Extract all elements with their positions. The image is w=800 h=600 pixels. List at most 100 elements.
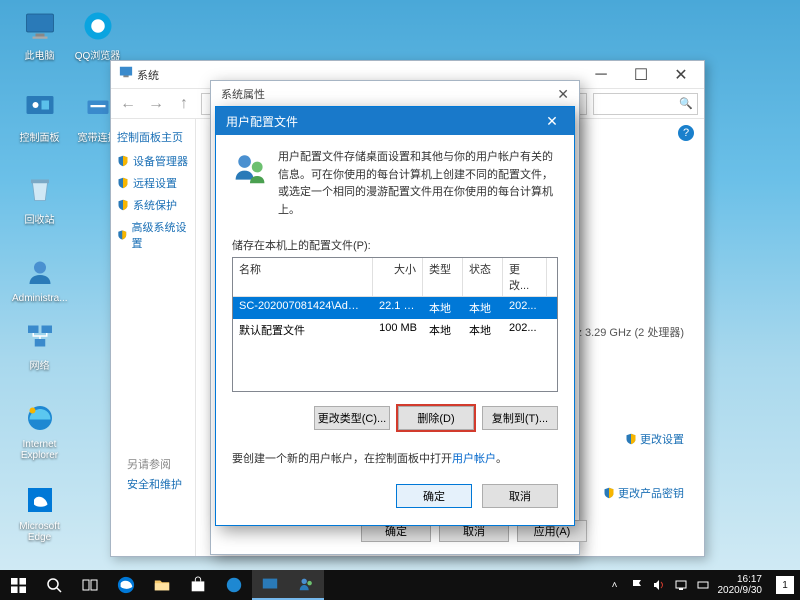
cancel-button[interactable]: 取消 — [482, 484, 558, 508]
user-profiles-dialog: 用户配置文件 ✕ 用户配置文件存储桌面设置和其他与你的用户帐户有关的信息。可在你… — [215, 106, 575, 526]
shield-icon — [117, 229, 127, 241]
maximize-button[interactable]: ☐ — [626, 65, 656, 85]
link-label: 远程设置 — [133, 175, 177, 191]
tray-flag-icon[interactable] — [630, 578, 644, 592]
icon-label: 控制面板 — [20, 133, 60, 144]
cell-size: 22.1 MB — [373, 297, 423, 319]
sidebar-link-device-manager[interactable]: 设备管理器 — [117, 153, 189, 169]
up-button[interactable]: ↑ — [173, 93, 195, 115]
link-label: 系统保护 — [133, 197, 177, 213]
desktop-icon-control-panel[interactable]: 控制面板 — [12, 90, 67, 144]
ie-icon — [22, 400, 58, 436]
dialog-titlebar[interactable]: 系统属性 ✕ — [211, 81, 579, 107]
task-view-icon[interactable] — [72, 570, 108, 600]
change-type-button[interactable]: 更改类型(C)... — [314, 406, 390, 430]
delete-button[interactable]: 删除(D) — [398, 406, 474, 430]
close-icon[interactable]: ✕ — [557, 86, 569, 103]
desktop-icon-edge[interactable]: Microsoft Edge — [12, 482, 67, 543]
icon-label: Microsoft Edge — [19, 521, 60, 543]
cell-status: 本地 — [463, 319, 503, 341]
search-input[interactable]: 🔍 — [593, 93, 698, 115]
copy-to-button[interactable]: 复制到(T)... — [482, 406, 558, 430]
forward-button[interactable]: → — [145, 93, 167, 115]
monitor-icon — [22, 8, 58, 44]
cell-type: 本地 — [423, 297, 463, 319]
icon-label: 回收站 — [25, 215, 55, 226]
col-status[interactable]: 状态 — [463, 258, 503, 296]
start-button[interactable] — [0, 570, 36, 600]
table-label: 储存在本机上的配置文件(P): — [232, 237, 558, 253]
clock-date: 2020/9/30 — [718, 585, 763, 596]
shield-icon — [117, 177, 129, 189]
desktop-icon-recycle-bin[interactable]: 回收站 — [12, 172, 67, 226]
dialog-title: 用户配置文件 — [226, 113, 298, 130]
system-tray: ˄ 16:17 2020/9/30 1 — [608, 570, 800, 600]
note-prefix: 要创建一个新的用户帐户，在控制面板中打开 — [232, 453, 452, 465]
see-also-heading: 另请参阅 — [127, 456, 182, 472]
desktop-icon-ie[interactable]: Internet Explorer — [12, 400, 67, 461]
close-button[interactable]: ✕ — [666, 65, 696, 85]
tray-network-icon[interactable] — [674, 578, 688, 592]
desktop-icon-qq-browser[interactable]: QQ浏览器 — [70, 8, 125, 62]
shield-icon — [117, 199, 129, 211]
tray-input-icon[interactable] — [696, 578, 710, 592]
col-type[interactable]: 类型 — [423, 258, 463, 296]
see-also: 另请参阅 安全和维护 — [127, 452, 182, 496]
clock-time: 16:17 — [718, 574, 763, 585]
cell-type: 本地 — [423, 319, 463, 341]
app-icon — [119, 65, 133, 84]
desktop-icon-network[interactable]: 网络 — [12, 318, 67, 372]
link-label: 设备管理器 — [133, 153, 188, 169]
shield-icon — [603, 487, 615, 499]
intro-text: 用户配置文件存储桌面设置和其他与你的用户帐户有关的信息。可在你使用的每台计算机上… — [278, 149, 558, 219]
minimize-button[interactable]: ─ — [586, 65, 616, 85]
taskbar-store-icon[interactable] — [180, 570, 216, 600]
note-suffix: 。 — [496, 453, 507, 465]
link-label: 更改产品密钥 — [618, 485, 684, 501]
taskbar-control-panel-icon[interactable] — [252, 570, 288, 600]
change-settings-link[interactable]: 更改设置 — [625, 431, 684, 447]
action-center-icon[interactable]: 1 — [776, 576, 794, 594]
table-header: 名称 大小 类型 状态 更改... — [233, 258, 557, 297]
profiles-table[interactable]: 名称 大小 类型 状态 更改... SC-202007081424\Admini… — [232, 257, 558, 392]
cell-name: SC-202007081424\Admini... — [233, 297, 373, 319]
tray-volume-icon[interactable] — [652, 578, 666, 592]
back-button[interactable]: ← — [117, 93, 139, 115]
dialog-title: 系统属性 — [221, 86, 265, 102]
cell-changed: 202... — [503, 297, 547, 319]
col-changed[interactable]: 更改... — [503, 258, 547, 296]
tray-chevron-up-icon[interactable]: ˄ — [608, 578, 622, 592]
col-name[interactable]: 名称 — [233, 258, 373, 296]
taskbar-users-icon[interactable] — [288, 570, 324, 600]
close-icon[interactable]: ✕ — [540, 113, 564, 130]
taskbar-ie-icon[interactable] — [216, 570, 252, 600]
cell-size: 100 MB — [373, 319, 423, 341]
sidebar-link-protection[interactable]: 系统保护 — [117, 197, 189, 213]
cell-status: 本地 — [463, 297, 503, 319]
recycle-bin-icon — [22, 172, 58, 208]
desktop-icon-this-pc[interactable]: 此电脑 — [12, 8, 67, 62]
taskbar-clock[interactable]: 16:17 2020/9/30 — [718, 574, 763, 596]
user-folder-icon — [22, 254, 58, 290]
sidebar-heading: 控制面板主页 — [117, 129, 189, 145]
shield-icon — [625, 433, 637, 445]
desktop-icon-administrator[interactable]: Administra... — [12, 254, 67, 304]
security-maintenance-link[interactable]: 安全和维护 — [127, 476, 182, 492]
change-product-key-link[interactable]: 更改产品密钥 — [603, 485, 684, 501]
sidebar-link-remote[interactable]: 远程设置 — [117, 175, 189, 191]
network-icon — [22, 318, 58, 354]
edge-icon — [22, 482, 58, 518]
dialog-titlebar[interactable]: 用户配置文件 ✕ — [216, 107, 574, 135]
search-icon[interactable] — [36, 570, 72, 600]
table-row[interactable]: SC-202007081424\Admini... 22.1 MB 本地 本地 … — [233, 297, 557, 319]
ok-button[interactable]: 确定 — [396, 484, 472, 508]
sidebar-link-advanced[interactable]: 高级系统设置 — [117, 219, 189, 251]
user-accounts-link[interactable]: 用户帐户 — [452, 453, 496, 465]
col-size[interactable]: 大小 — [373, 258, 423, 296]
control-panel-icon — [22, 90, 58, 126]
link-label: 更改设置 — [640, 431, 684, 447]
table-row[interactable]: 默认配置文件 100 MB 本地 本地 202... — [233, 319, 557, 341]
taskbar-explorer-icon[interactable] — [144, 570, 180, 600]
link-label: 高级系统设置 — [131, 219, 189, 251]
taskbar-edge-icon[interactable] — [108, 570, 144, 600]
